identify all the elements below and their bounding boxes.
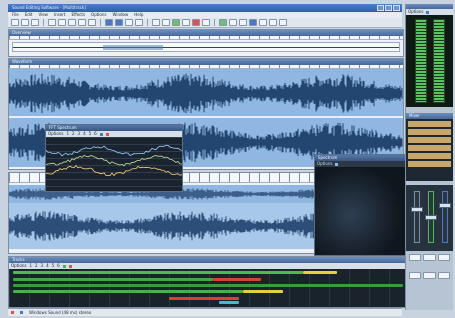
stop-icon[interactable] [162,19,170,26]
toolbar-separator [147,19,148,26]
track-bar-4[interactable] [13,290,243,293]
undo-icon[interactable] [78,19,86,26]
selection-tool-icon[interactable] [125,19,133,26]
new-file-icon[interactable] [11,19,19,26]
status-device-icon [20,311,23,314]
window-controls [377,5,400,11]
record-icon[interactable] [105,132,109,136]
overview-ruler[interactable] [9,36,403,40]
channel-list [406,119,453,181]
zoom-out-icon[interactable] [115,19,123,26]
snap-icon[interactable] [239,19,247,26]
fader-handle-left[interactable] [411,207,423,212]
loop-icon[interactable] [219,19,227,26]
fader-track-left[interactable] [414,191,420,243]
redo-icon[interactable] [88,19,96,26]
grid-button[interactable] [437,254,450,261]
waveform-channel-left[interactable] [9,69,403,118]
status-text: Windows Sound (48 ms) stereo [29,310,92,315]
save-icon[interactable] [31,19,39,26]
play-icon[interactable] [172,19,180,26]
right-options-label[interactable]: Options [408,9,423,15]
open-folder-icon[interactable] [21,19,29,26]
waveform-left-svg [9,73,403,114]
fader-bank [406,185,453,251]
grid-button[interactable] [409,254,422,261]
track-bar-2-peak[interactable] [213,278,261,281]
paste-icon[interactable] [68,19,76,26]
waveform-trace [9,73,403,114]
forward-icon[interactable] [202,19,210,26]
status-bar: Windows Sound (48 ms) stereo [8,308,402,316]
channel-row[interactable] [408,137,451,143]
spectrum-display[interactable] [45,137,183,191]
channel-row[interactable] [408,153,451,159]
cut-icon[interactable] [48,19,56,26]
minimize-button[interactable] [377,5,384,11]
track-bar-4-peak[interactable] [243,290,283,293]
copy-icon[interactable] [58,19,66,26]
spectrum-curve [45,154,183,167]
play-icon[interactable] [62,264,66,268]
settings-icon[interactable] [269,19,277,26]
fader-handle-right[interactable] [439,203,451,208]
help-icon[interactable] [279,19,287,26]
refresh-icon[interactable] [99,132,103,136]
marker-icon[interactable] [229,19,237,26]
overview-strip[interactable] [12,42,400,52]
pencil-tool-icon[interactable] [135,19,143,26]
track-panel: Tracks Options 1 2 3 4 5 6 [8,256,406,308]
spectrogram-options-label[interactable]: Options [317,161,332,167]
gear-icon[interactable] [426,10,430,14]
toolbar-separator [214,19,215,26]
track-bar-1[interactable] [13,271,303,274]
transport-grid [406,251,453,291]
pause-icon[interactable] [182,19,190,26]
close-button[interactable] [393,5,400,11]
track-bar-1-peak[interactable] [303,271,337,274]
spectrogram-display[interactable] [315,167,405,255]
spectrum-curve [45,144,183,157]
mixer-icon[interactable] [249,19,257,26]
right-panel: Options Mixer [405,4,453,310]
spectrogram-window[interactable]: Spectrum Options [314,154,406,256]
window-title: Sound Editing Software - [Multitrack] [12,5,86,10]
track-bar-2[interactable] [13,278,213,281]
secondary-waveform-bottom[interactable] [9,203,315,249]
main-toolbar [8,18,402,28]
record-icon[interactable] [192,19,200,26]
gear-icon[interactable] [335,162,339,166]
grid-button[interactable] [423,254,436,261]
channel-row[interactable] [408,145,451,151]
maximize-button[interactable] [385,5,392,11]
toolbar-separator [100,19,101,26]
track-lanes[interactable] [9,269,405,307]
track-bar-3[interactable] [13,284,403,287]
track-bar-5[interactable] [169,297,239,300]
waveform-trace [9,211,315,241]
status-record-icon [11,311,14,314]
fader-track-right[interactable] [442,191,448,243]
effects-icon[interactable] [259,19,267,26]
fader-handle-center[interactable] [425,215,437,220]
track-bar-6[interactable] [219,301,239,304]
grid-button[interactable] [437,272,450,279]
rewind-icon[interactable] [152,19,160,26]
record-icon[interactable] [68,264,72,268]
zoom-in-icon[interactable] [105,19,113,26]
toolbar-separator [43,19,44,26]
channel-row[interactable] [408,121,451,127]
channel-row[interactable] [408,161,451,167]
level-meter-right [432,19,445,103]
spectrum-curve [46,165,183,177]
spectrum-window[interactable]: FFT Spectrum Options 1 2 3 4 5 6 [45,124,183,192]
window-titlebar: Sound Editing Software - [Multitrack] [8,4,402,12]
level-meters [406,15,453,107]
level-meter-left [414,19,427,103]
overview-panel: Overview [8,29,404,57]
grid-button[interactable] [409,272,422,279]
grid-button[interactable] [423,272,436,279]
channel-row[interactable] [408,129,451,135]
